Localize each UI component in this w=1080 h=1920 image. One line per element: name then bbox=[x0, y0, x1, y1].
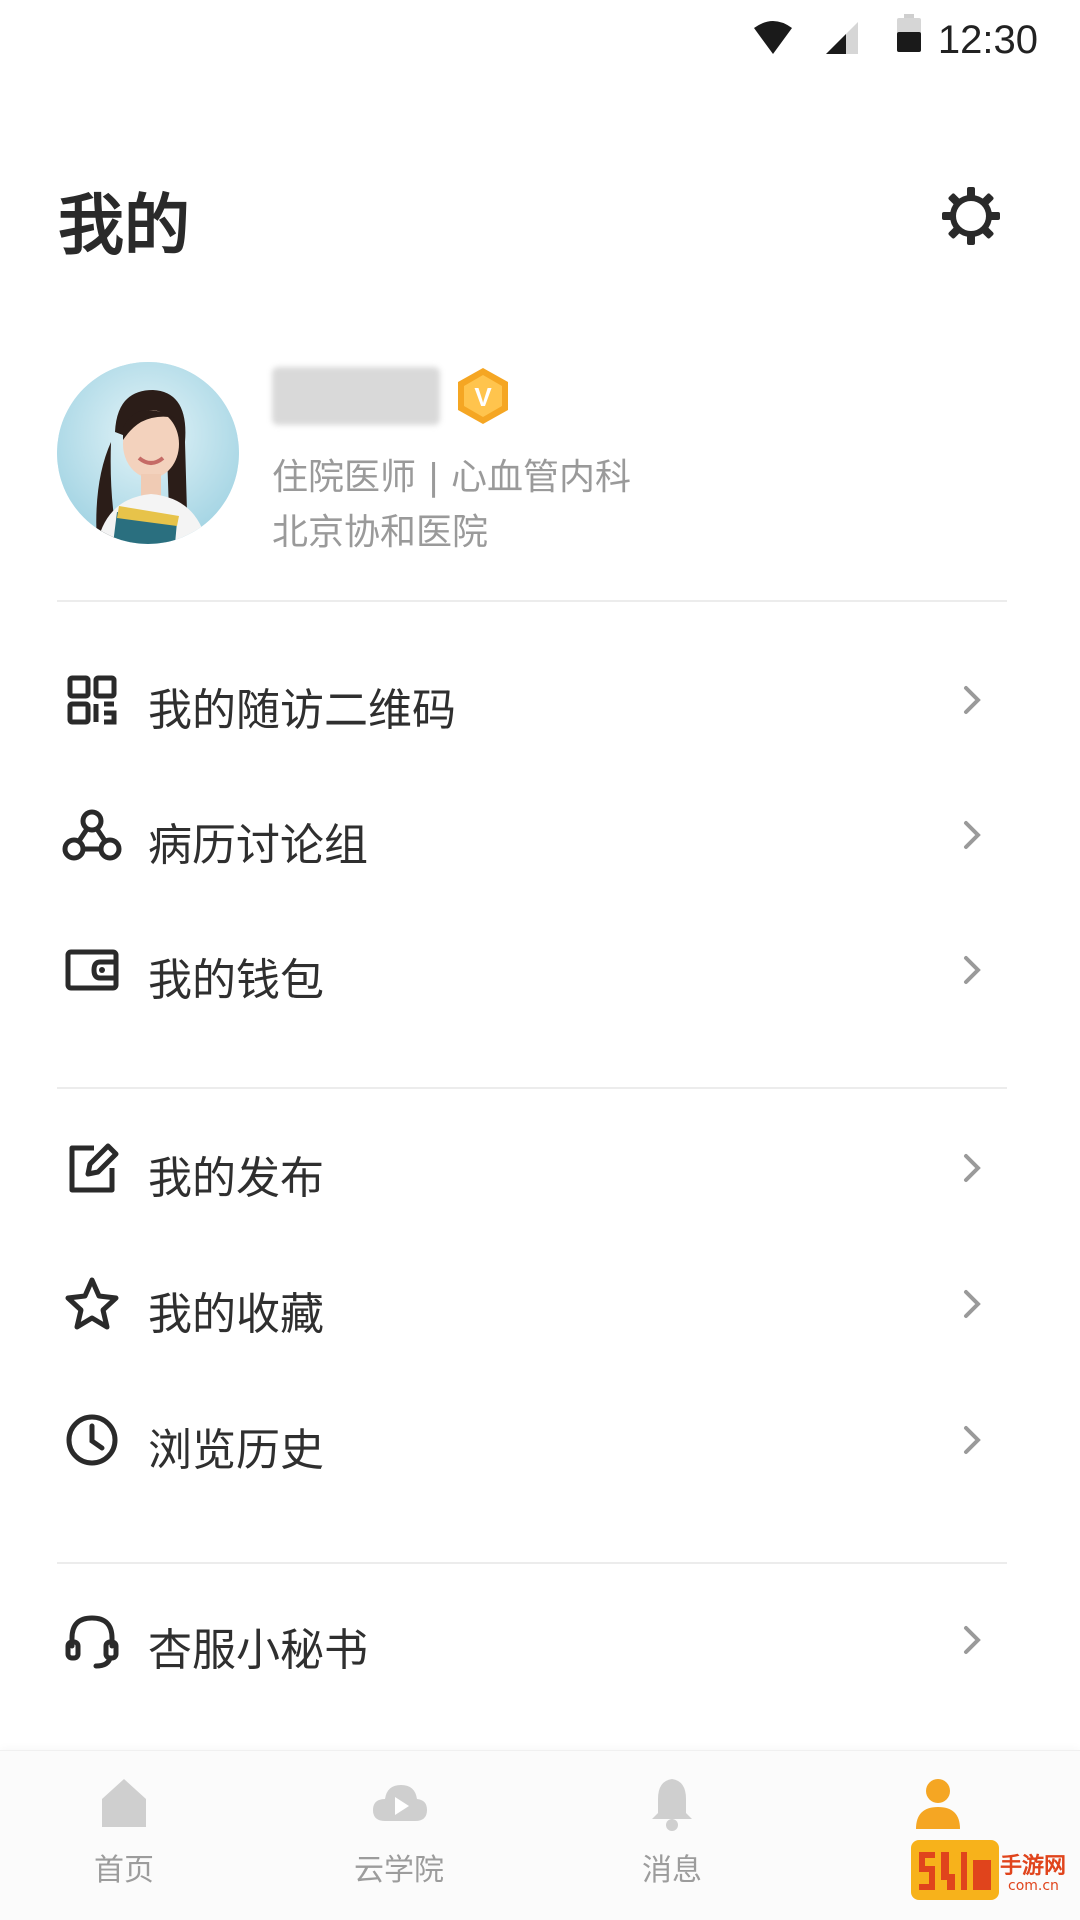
menu-item-label: 杏服小秘书 bbox=[148, 1625, 368, 1676]
chevron-right-icon bbox=[964, 1426, 981, 1454]
nav-tab-home[interactable]: 首页 bbox=[14, 1751, 234, 1920]
home-icon bbox=[102, 1779, 146, 1827]
profile-role: 住院医师 | 心血管内科 bbox=[272, 457, 632, 498]
chevron-right-icon bbox=[964, 1290, 981, 1318]
qr-code-icon bbox=[67, 675, 117, 725]
battery-icon bbox=[897, 14, 921, 52]
menu-item-my-posts[interactable]: 我的发布 bbox=[0, 1108, 1080, 1228]
vip-badge-icon: V bbox=[458, 368, 508, 424]
divider bbox=[57, 600, 1007, 602]
chevron-right-icon bbox=[964, 1154, 981, 1182]
clock-icon bbox=[66, 1414, 118, 1466]
vip-badge-label: V bbox=[474, 382, 492, 412]
star-icon bbox=[65, 1277, 119, 1330]
divider bbox=[57, 1562, 1007, 1564]
menu-item-label: 病历讨论组 bbox=[148, 820, 368, 871]
watermark-text: 手游网 bbox=[1000, 1854, 1067, 1879]
menu-item-favorites[interactable]: 我的收藏 bbox=[0, 1244, 1080, 1364]
nav-tab-academy[interactable]: 云学院 bbox=[289, 1751, 509, 1920]
group-icon bbox=[62, 809, 122, 861]
wifi-icon bbox=[754, 21, 792, 54]
status-bar: 12:30 bbox=[0, 0, 1080, 80]
chevron-right-icon bbox=[964, 821, 981, 849]
page-title: 我的 bbox=[58, 187, 190, 264]
chevron-right-icon bbox=[964, 686, 981, 714]
nav-tab-messages[interactable]: 消息 bbox=[562, 1751, 782, 1920]
menu-item-label: 我的随访二维码 bbox=[148, 685, 456, 736]
nav-tab-label: 首页 bbox=[94, 1853, 154, 1888]
screen: 12:30 我的 V 住院医师 | 心血管内科 北京协和医院 我的随访二维码 病… bbox=[0, 0, 1080, 1920]
menu-item-label: 浏览历史 bbox=[148, 1425, 324, 1476]
menu-item-wallet[interactable]: 我的钱包 bbox=[0, 910, 1080, 1030]
menu-item-label: 我的收藏 bbox=[148, 1289, 324, 1340]
profile-hospital: 北京协和医院 bbox=[272, 512, 489, 553]
cloud-play-icon bbox=[373, 1785, 427, 1821]
user-name-blurred bbox=[272, 367, 440, 425]
avatar[interactable] bbox=[57, 362, 239, 544]
watermark-sub: com.cn bbox=[1008, 1878, 1059, 1894]
headset-icon bbox=[65, 1615, 119, 1669]
person-icon bbox=[916, 1779, 960, 1829]
nav-tab-label: 云学院 bbox=[354, 1853, 444, 1888]
menu-item-assistant[interactable]: 杏服小秘书 bbox=[0, 1580, 1080, 1700]
gear-icon[interactable] bbox=[940, 185, 1002, 247]
nav-tab-label: 消息 bbox=[642, 1853, 702, 1888]
chevron-right-icon bbox=[964, 1626, 981, 1654]
status-time: 12:30 bbox=[937, 18, 1038, 62]
edit-icon bbox=[69, 1143, 119, 1193]
chevron-right-icon bbox=[964, 956, 981, 984]
divider bbox=[57, 1087, 1007, 1089]
menu-item-label: 我的发布 bbox=[148, 1153, 324, 1204]
signal-icon bbox=[826, 22, 858, 54]
menu-item-label: 我的钱包 bbox=[148, 955, 324, 1006]
wallet-icon bbox=[65, 949, 119, 991]
menu-item-history[interactable]: 浏览历史 bbox=[0, 1380, 1080, 1500]
menu-item-qr-code[interactable]: 我的随访二维码 bbox=[0, 640, 1080, 760]
menu-item-case-discussion[interactable]: 病历讨论组 bbox=[0, 775, 1080, 895]
bell-icon bbox=[652, 1779, 692, 1831]
